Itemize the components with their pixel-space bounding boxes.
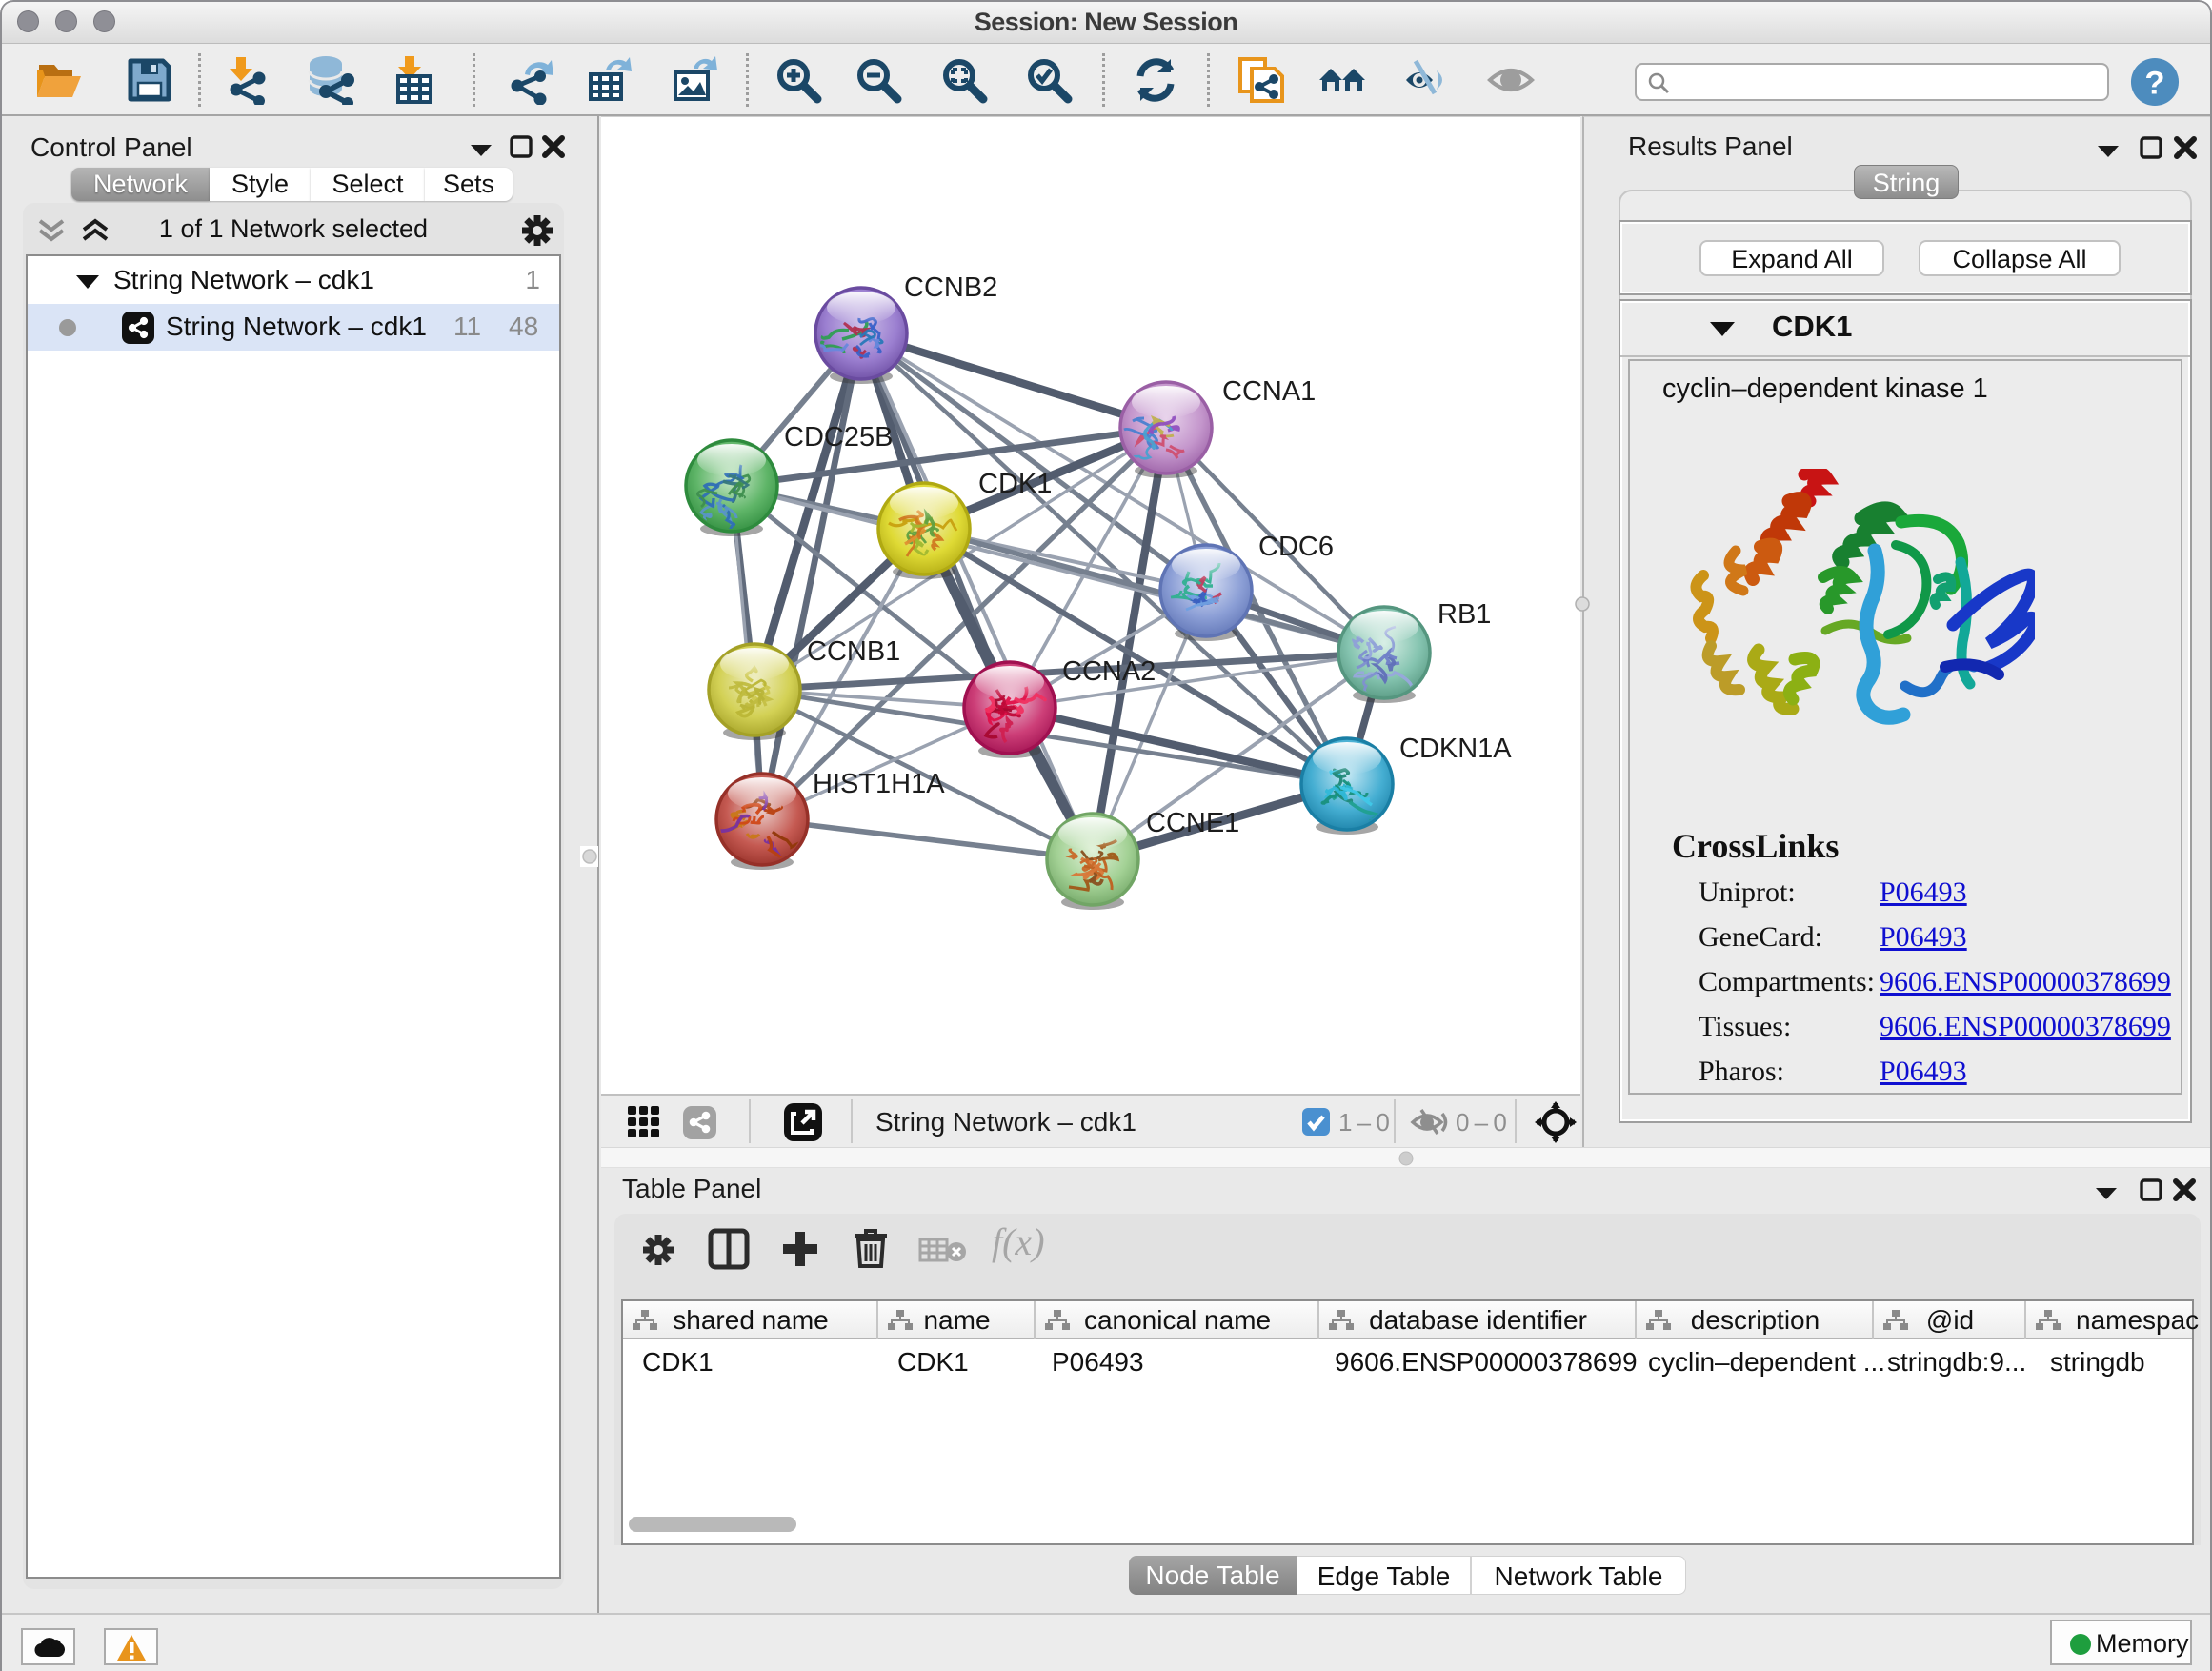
svg-text:CCNB1: CCNB1 — [807, 636, 900, 667]
svg-text:HIST1H1A: HIST1H1A — [813, 769, 945, 799]
svg-text:CDKN1A: CDKN1A — [1399, 734, 1512, 764]
svg-text:?: ? — [2144, 66, 2164, 102]
svg-text:CCNA1: CCNA1 — [1222, 376, 1316, 407]
svg-text:CCNB2: CCNB2 — [904, 272, 997, 303]
svg-text:RB1: RB1 — [1438, 599, 1491, 630]
svg-text:CCNE1: CCNE1 — [1146, 808, 1239, 838]
svg-text:CDC25B: CDC25B — [784, 422, 893, 453]
svg-text:CDK1: CDK1 — [978, 469, 1052, 499]
svg-text:CCNA2: CCNA2 — [1062, 656, 1156, 687]
svg-text:CDC6: CDC6 — [1258, 532, 1334, 562]
